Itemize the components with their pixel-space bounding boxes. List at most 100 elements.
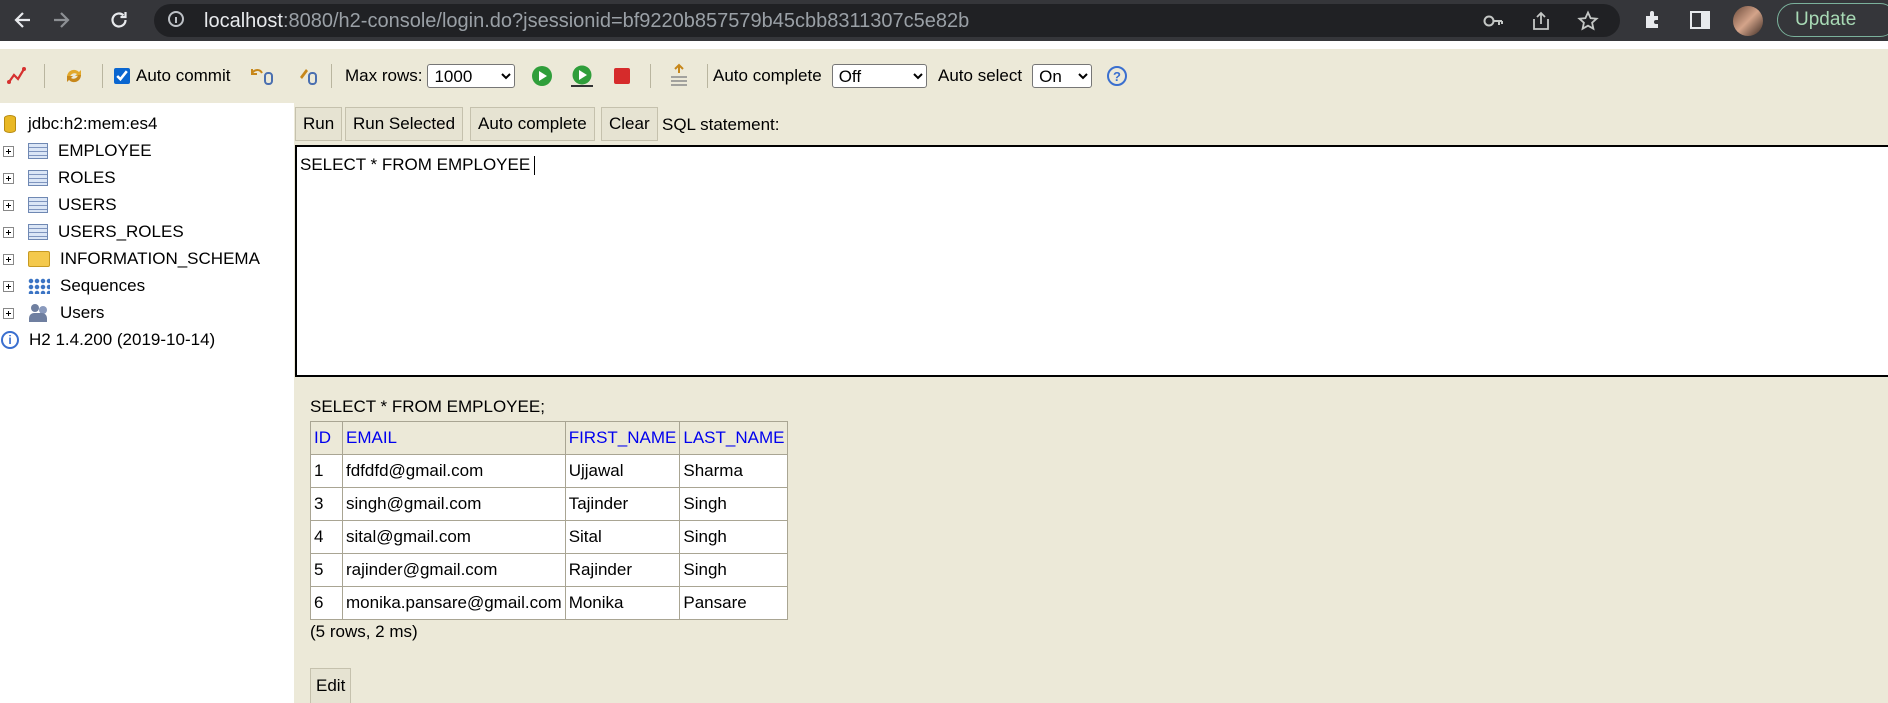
auto-select-label: Auto select	[938, 66, 1023, 85]
share-icon[interactable]	[1530, 10, 1552, 32]
extensions-icon[interactable]	[1642, 8, 1666, 32]
stop-icon	[614, 68, 630, 84]
refresh-button[interactable]	[62, 49, 86, 103]
forward-arrow-icon	[54, 12, 70, 28]
tree-item-label: USERS	[58, 195, 117, 214]
tree-item-employee[interactable]: EMPLOYEE	[0, 140, 152, 162]
side-panel-icon[interactable]	[1688, 8, 1712, 32]
expand-icon[interactable]	[3, 253, 14, 265]
cell-last-name: Sharma	[679, 454, 789, 488]
disconnect-button[interactable]	[6, 49, 28, 103]
expand-icon[interactable]	[3, 307, 14, 319]
auto-select-select[interactable]: On	[1032, 64, 1093, 88]
bookmark-star-icon[interactable]	[1577, 10, 1599, 32]
column-header-last-name[interactable]: LAST_NAME	[679, 421, 789, 455]
expand-icon[interactable]	[3, 172, 14, 184]
cell-id: 5	[310, 553, 343, 587]
run-button[interactable]: Run	[295, 107, 343, 141]
run-toolbar-button[interactable]	[531, 49, 553, 103]
run-selected-icon	[571, 65, 593, 87]
auto-commit-label: Auto commit	[136, 66, 231, 85]
column-header-email[interactable]: EMAIL	[342, 421, 566, 455]
cell-first-name: Monika	[564, 586, 681, 620]
cell-email: rajinder@gmail.com	[342, 553, 566, 587]
result-header-row: ID EMAIL FIRST_NAME LAST_NAME	[310, 421, 789, 455]
tree-connection[interactable]: jdbc:h2:mem:es4	[0, 113, 157, 135]
expand-icon[interactable]	[3, 145, 14, 157]
auto-complete-button[interactable]: Auto complete	[470, 107, 595, 141]
tree-item-information-schema[interactable]: INFORMATION_SCHEMA	[0, 248, 260, 270]
tree-item-label: USERS_ROLES	[58, 222, 184, 241]
key-icon[interactable]	[1482, 10, 1504, 32]
run-selected-button[interactable]: Run Selected	[345, 107, 464, 141]
back-arrow-icon	[14, 12, 30, 28]
cell-email: sital@gmail.com	[342, 520, 566, 554]
cell-first-name: Rajinder	[564, 553, 681, 587]
auto-commit-checkbox[interactable]	[114, 68, 130, 84]
sql-editor[interactable]: SELECT * FROM EMPLOYEE	[295, 145, 1888, 377]
connection-label: jdbc:h2:mem:es4	[28, 114, 158, 133]
query-panel: Run Run Selected Auto complete Clear SQL…	[294, 103, 1888, 703]
tree-item-users-roles[interactable]: USERS_ROLES	[0, 221, 184, 243]
cell-id: 6	[310, 586, 343, 620]
clear-button[interactable]: Clear	[601, 107, 658, 141]
rollback-button[interactable]	[249, 49, 275, 103]
commit-button[interactable]	[296, 49, 320, 103]
site-info-icon[interactable]	[168, 11, 184, 27]
help-button[interactable]: ?	[1107, 49, 1127, 103]
max-rows-select[interactable]: 1000	[427, 64, 516, 88]
back-button[interactable]	[8, 5, 38, 35]
edit-button[interactable]: Edit	[310, 668, 352, 703]
table-row: 4 sital@gmail.com Sital Singh	[310, 520, 789, 554]
text-caret	[534, 156, 536, 176]
tree-item-users-table[interactable]: USERS	[0, 194, 117, 216]
auto-commit-control[interactable]: Auto commit	[114, 49, 230, 103]
reload-button[interactable]	[104, 5, 134, 35]
tree-item-users[interactable]: Users	[0, 302, 104, 324]
auto-complete-select[interactable]: Off	[831, 64, 927, 88]
sequences-icon	[28, 278, 50, 294]
tree-item-sequences[interactable]: Sequences	[0, 275, 145, 297]
cell-email: fdfdfd@gmail.com	[342, 454, 566, 488]
cell-last-name: Pansare	[679, 586, 789, 620]
auto-complete-label: Auto complete	[713, 66, 822, 85]
result-table: ID EMAIL FIRST_NAME LAST_NAME 1 fdfdfd@g…	[310, 421, 789, 620]
disconnect-icon	[7, 67, 26, 84]
reload-icon	[111, 12, 127, 28]
tree-item-label: Sequences	[60, 276, 146, 295]
table-icon	[28, 143, 48, 159]
help-icon[interactable]: ?	[1107, 66, 1127, 86]
result-info: (5 rows, 2 ms)	[310, 622, 418, 641]
tree-item-roles[interactable]: ROLES	[0, 167, 116, 189]
version-label: H2 1.4.200 (2019-10-14)	[29, 330, 216, 349]
cell-id: 4	[310, 520, 343, 554]
column-header-id[interactable]: ID	[310, 421, 343, 455]
table-icon	[28, 170, 48, 186]
database-icon	[4, 115, 16, 133]
browser-chrome: localhost:8080/h2-console/login.do?jsess…	[0, 0, 1888, 41]
cell-last-name: Singh	[679, 553, 789, 587]
url-text: localhost:8080/h2-console/login.do?jsess…	[204, 10, 970, 32]
run-icon	[532, 66, 552, 86]
tree-item-label: Users	[60, 303, 105, 322]
table-icon	[28, 197, 48, 213]
table-row: 5 rajinder@gmail.com Rajinder Singh	[310, 553, 789, 587]
rollback-icon	[251, 69, 273, 85]
expand-icon[interactable]	[3, 226, 14, 238]
expand-icon[interactable]	[3, 280, 14, 292]
tree-item-label: ROLES	[58, 168, 116, 187]
cell-first-name: Ujjawal	[564, 454, 681, 488]
expand-icon[interactable]	[3, 199, 14, 211]
forward-button[interactable]	[46, 5, 76, 35]
address-bar[interactable]: localhost:8080/h2-console/login.do?jsess…	[154, 4, 1620, 37]
result-query: SELECT * FROM EMPLOYEE;	[310, 397, 545, 416]
tree-item-label: INFORMATION_SCHEMA	[60, 249, 260, 268]
column-header-first-name[interactable]: FIRST_NAME	[564, 421, 681, 455]
cell-last-name: Singh	[679, 520, 789, 554]
run-selected-toolbar-button[interactable]	[569, 49, 595, 103]
table-row: 1 fdfdfd@gmail.com Ujjawal Sharma	[310, 454, 789, 488]
history-button[interactable]	[668, 49, 690, 103]
profile-avatar[interactable]	[1733, 6, 1763, 36]
cancel-button[interactable]	[612, 49, 632, 103]
update-button[interactable]: Update	[1777, 3, 1888, 37]
